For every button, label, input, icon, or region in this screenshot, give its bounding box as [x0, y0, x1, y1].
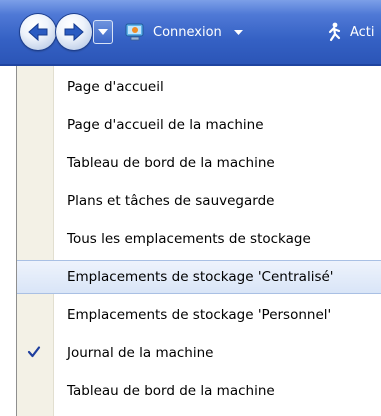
menu-item-machine-dashboard[interactable]: Tableau de bord de la machine — [17, 147, 381, 179]
menu-item-backup-plans[interactable]: Plans et tâches de sauvegarde — [17, 185, 381, 217]
menu-item-machine-dashboard-2[interactable]: Tableau de bord de la machine — [17, 375, 381, 407]
menu-item-home[interactable]: Page d'accueil — [17, 71, 381, 103]
computer-icon — [125, 23, 144, 41]
menu-item-all-storage[interactable]: Tous les emplacements de stockage — [17, 223, 381, 255]
history-dropdown-button[interactable] — [93, 20, 113, 44]
back-button[interactable] — [20, 14, 56, 50]
check-icon — [27, 346, 41, 358]
menu-item-label: Emplacements de stockage 'Centralisé' — [67, 269, 334, 285]
menu-item-label: Tableau de bord de la machine — [67, 155, 275, 171]
arrow-left-icon — [28, 22, 48, 42]
running-man-icon — [328, 22, 341, 42]
menu-item-personal-storage[interactable]: Emplacements de stockage 'Personnel' — [17, 299, 381, 331]
menu-item-centralized-storage[interactable]: Emplacements de stockage 'Centralisé' — [17, 260, 381, 294]
connection-menu-button[interactable]: Connexion — [124, 18, 243, 46]
menu-item-label: Page d'accueil — [67, 79, 164, 95]
menu-item-label: Tous les emplacements de stockage — [67, 231, 311, 247]
view-menu: Page d'accueil Page d'accueil de la mach… — [16, 66, 381, 416]
arrow-right-icon — [64, 22, 84, 42]
actions-menu-button[interactable]: Acti — [322, 18, 375, 46]
menu-item-label: Tableau de bord de la machine — [67, 383, 275, 399]
toolbar: Connexion Acti — [0, 0, 381, 66]
menu-item-label: Emplacements de stockage 'Personnel' — [67, 307, 332, 323]
menu-item-machine-log[interactable]: Journal de la machine — [17, 337, 381, 369]
menu-item-machine-home[interactable]: Page d'accueil de la machine — [17, 109, 381, 141]
menu-item-label: Page d'accueil de la machine — [67, 117, 264, 133]
connection-label: Connexion — [153, 24, 222, 40]
forward-button[interactable] — [56, 14, 92, 50]
menu-item-label: Journal de la machine — [67, 345, 214, 361]
menu-item-label: Plans et tâches de sauvegarde — [67, 193, 275, 209]
chevron-down-icon — [233, 29, 243, 35]
actions-label: Acti — [350, 24, 375, 40]
chevron-down-icon — [98, 29, 108, 35]
